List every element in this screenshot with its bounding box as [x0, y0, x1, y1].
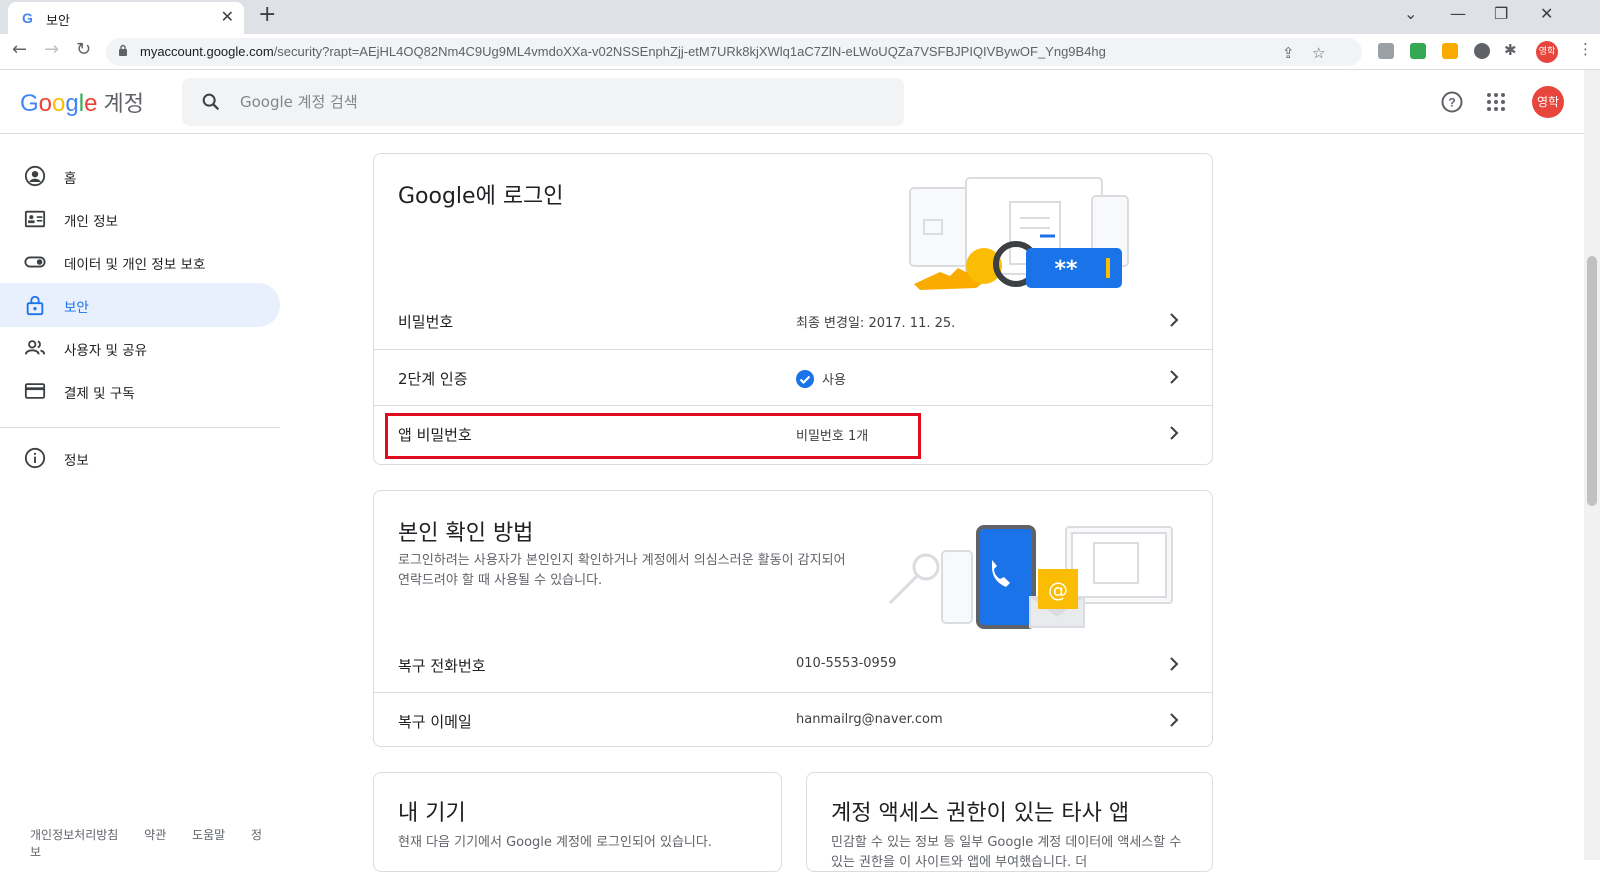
card-description: 로그인하려는 사용자가 본인인지 확인하거나 계정에서 의심스러운 활동이 감지…: [398, 553, 846, 588]
search-input[interactable]: [240, 90, 840, 114]
sidebar-divider: [0, 427, 280, 428]
scrollbar-thumb[interactable]: [1587, 256, 1597, 506]
third-party-apps-card: 계정 액세스 권한이 있는 타사 앱 민감할 수 있는 정보 등 일부 Goog…: [806, 772, 1213, 872]
sidebar-item-personal-info[interactable]: 개인 정보: [0, 197, 280, 241]
sidebar-item-home[interactable]: 홈: [0, 154, 280, 198]
recovery-email-row[interactable]: 복구 이메일 hanmailrg@naver.com: [374, 692, 1212, 747]
card-title: Google에 로그인: [398, 184, 564, 209]
toggle-icon: [24, 256, 46, 268]
sidebar-item-about[interactable]: 정보: [0, 436, 280, 480]
restore-icon[interactable]: ❐: [1494, 4, 1508, 23]
url-text: myaccount.google.com/security?rapt=AEjHL…: [140, 44, 1106, 59]
svg-text:**: **: [1054, 257, 1078, 282]
card-title: 내 기기: [398, 801, 466, 826]
sidebar-footer: 개인정보처리방침 약관 도움말 정보: [30, 826, 280, 860]
chevron-right-icon: [1170, 426, 1179, 440]
card-description: 현재 다음 기기에서 Google 계정에 로그인되어 있습니다.: [398, 835, 712, 850]
row-value: 010-5553-0959: [796, 656, 897, 671]
js-extension-icon[interactable]: [1442, 43, 1458, 59]
tab-search-icon[interactable]: ⌄: [1404, 4, 1417, 23]
apps-grid-icon[interactable]: [1484, 90, 1508, 114]
profile-avatar[interactable]: 영학: [1536, 41, 1558, 63]
browser-tab[interactable]: G 보안 ✕: [8, 2, 244, 34]
forward-icon[interactable]: →: [44, 39, 59, 60]
sidebar-item-people-sharing[interactable]: 사용자 및 공유: [0, 326, 280, 370]
id-card-icon: [24, 210, 46, 228]
minimize-icon[interactable]: —: [1450, 4, 1466, 23]
lock-icon: [26, 295, 44, 316]
sidebar-nav: 홈 개인 정보 데이터 및 개인 정보 보호 보안 사용자 및 공유 결제 및 …: [0, 134, 280, 860]
row-value: hanmailrg@naver.com: [796, 712, 943, 727]
bug-extension-icon[interactable]: [1474, 43, 1490, 59]
credit-card-icon: [24, 383, 46, 399]
browser-toolbar: ← → ↻ myaccount.google.com/security?rapt…: [0, 34, 1600, 70]
people-icon: [24, 340, 46, 355]
chevron-right-icon: [1170, 657, 1179, 671]
row-value: 최종 변경일: 2017. 11. 25.: [796, 316, 956, 331]
search-icon[interactable]: [200, 91, 222, 113]
help-icon[interactable]: ?: [1440, 90, 1464, 114]
row-label: 2단계 인증: [398, 370, 468, 388]
sidebar-item-label: 보안: [64, 300, 89, 316]
lock-icon: [119, 44, 127, 56]
row-label: 복구 전화번호: [398, 657, 486, 675]
password-row[interactable]: 비밀번호 최종 변경일: 2017. 11. 25.: [374, 293, 1212, 348]
red-highlight-box: [385, 413, 921, 459]
browser-tab-bar: G 보안 ✕ + ⌄ — ❐ ✕: [0, 0, 1600, 34]
sidebar-item-security[interactable]: 보안: [0, 283, 280, 327]
sidebar-item-label: 개인 정보: [64, 214, 118, 230]
verify-identity-card: 본인 확인 방법 로그인하려는 사용자가 본인인지 확인하거나 계정에서 의심스…: [373, 490, 1213, 747]
close-tab-icon[interactable]: ✕: [221, 7, 234, 26]
google-account-logo[interactable]: Google 계정: [20, 86, 144, 118]
privacy-policy-link[interactable]: 개인정보처리방침: [30, 828, 118, 842]
new-tab-icon[interactable]: +: [258, 2, 276, 27]
chevron-right-icon: [1170, 370, 1179, 384]
account-circle-icon: [24, 165, 46, 187]
chevron-right-icon: [1170, 713, 1179, 727]
svg-text:@: @: [1048, 578, 1068, 602]
svg-text:?: ?: [1448, 96, 1455, 110]
account-avatar[interactable]: 영학: [1532, 86, 1564, 118]
info-icon: [24, 447, 46, 469]
sidebar-item-data-privacy[interactable]: 데이터 및 개인 정보 보호: [0, 240, 280, 284]
extension-icon[interactable]: [1378, 43, 1394, 59]
sidebar-item-label: 정보: [64, 453, 89, 469]
bookmark-star-icon[interactable]: ☆: [1312, 44, 1325, 62]
row-label: 비밀번호: [398, 313, 454, 331]
my-devices-card: 내 기기 현재 다음 기기에서 Google 계정에 로그인되어 있습니다.: [373, 772, 782, 872]
address-bar[interactable]: myaccount.google.com/security?rapt=AEjHL…: [106, 38, 1362, 66]
page-scrollbar[interactable]: [1584, 70, 1600, 860]
sidebar-item-label: 데이터 및 개인 정보 보호: [64, 257, 206, 273]
account-search: [182, 78, 904, 126]
app-header: Google계정 ? 영학: [0, 70, 1584, 134]
card-description: 민감할 수 있는 정보 등 일부 Google 계정 데이터에 액세스할 수 있…: [831, 835, 1182, 870]
reload-icon[interactable]: ↻: [76, 39, 91, 60]
share-icon[interactable]: ⇪: [1282, 44, 1295, 62]
puzzle-extensions-icon[interactable]: ✱: [1504, 41, 1517, 59]
sidebar-item-label: 결제 및 구독: [64, 386, 135, 402]
close-window-icon[interactable]: ✕: [1540, 4, 1553, 23]
extension-icon[interactable]: [1410, 43, 1426, 59]
chevron-right-icon: [1170, 313, 1179, 327]
sidebar-item-label: 홈: [64, 171, 77, 187]
signin-illustration: **: [909, 177, 1129, 290]
verify-illustration: @: [888, 525, 1173, 629]
sidebar-item-label: 사용자 및 공유: [64, 343, 148, 359]
card-title: 계정 액세스 권한이 있는 타사 앱: [831, 801, 1130, 826]
card-title: 본인 확인 방법: [398, 521, 534, 546]
terms-link[interactable]: 약관: [144, 828, 166, 842]
two-step-row[interactable]: 2단계 인증 사용: [374, 349, 1212, 404]
menu-kebab-icon[interactable]: ⋮: [1578, 40, 1593, 58]
row-label: 복구 이메일: [398, 713, 472, 731]
row-value: 사용: [796, 369, 846, 390]
tab-title: 보안: [46, 14, 70, 29]
checkmark-icon: [796, 369, 814, 388]
sidebar-item-payments[interactable]: 결제 및 구독: [0, 369, 280, 413]
help-link[interactable]: 도움말: [192, 828, 225, 842]
recovery-phone-row[interactable]: 복구 전화번호 010-5553-0959: [374, 637, 1212, 692]
google-favicon-icon: G: [22, 10, 33, 26]
back-icon[interactable]: ←: [12, 39, 27, 60]
